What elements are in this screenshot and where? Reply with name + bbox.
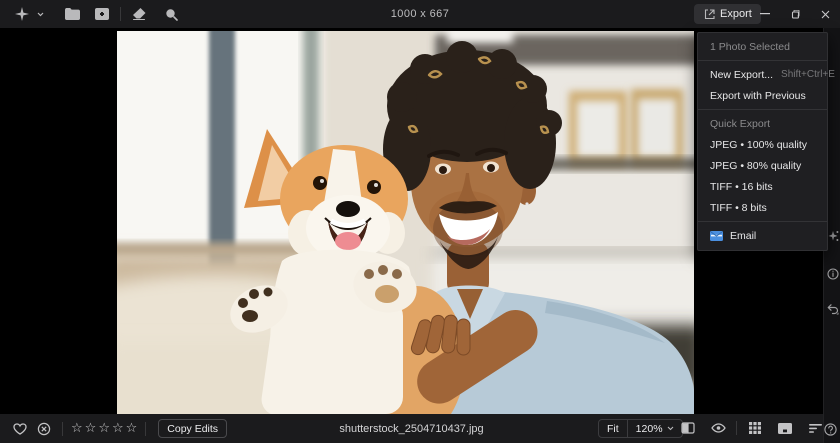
- menu-item-new-export[interactable]: New Export... Shift+Ctrl+E: [698, 64, 835, 85]
- filmstrip-view-icon[interactable]: [773, 416, 797, 440]
- star-rating-icon[interactable]: ☆: [85, 422, 97, 435]
- shortcut-label: Shift+Ctrl+E: [781, 69, 835, 80]
- menu-item-label: TIFF • 8 bits: [710, 201, 767, 214]
- favorite-heart-icon[interactable]: [8, 417, 32, 441]
- export-button-label: Export: [720, 8, 752, 20]
- zoom-level-label: 120%: [635, 422, 663, 435]
- help-icon[interactable]: [823, 422, 837, 436]
- folder-icon[interactable]: [60, 2, 84, 26]
- reject-icon[interactable]: [32, 417, 56, 441]
- export-icon: [703, 8, 715, 20]
- chevron-down-icon: [667, 426, 673, 431]
- star-rating[interactable]: ☆ ☆ ☆ ☆ ☆: [71, 422, 137, 435]
- bottombar-divider: [736, 421, 737, 435]
- email-icon: [710, 230, 723, 241]
- close-button[interactable]: [810, 0, 840, 28]
- menu-divider: [698, 109, 827, 110]
- erase-icon[interactable]: [127, 2, 151, 26]
- ai-enhance-icon[interactable]: [10, 2, 34, 26]
- info-icon[interactable]: [825, 266, 840, 281]
- menu-item-jpeg-100[interactable]: JPEG • 100% quality: [698, 134, 827, 155]
- menu-item-label: JPEG • 100% quality: [710, 138, 808, 151]
- zoom-level-dropdown[interactable]: 120%: [628, 420, 682, 437]
- window-controls: [750, 0, 840, 28]
- chevron-down-icon[interactable]: [34, 2, 46, 26]
- grid-view-icon[interactable]: [743, 416, 767, 440]
- maximize-button[interactable]: [780, 0, 810, 28]
- menu-item-label: Export with Previous: [710, 89, 806, 102]
- menu-item-label: Email: [730, 229, 757, 242]
- undo-history-icon[interactable]: [825, 301, 840, 316]
- menu-item-label: TIFF • 16 bits: [710, 180, 773, 193]
- menu-item-email[interactable]: Email: [698, 225, 827, 246]
- bottom-toolbar: ☆ ☆ ☆ ☆ ☆ Copy Edits shutterstock_250471…: [0, 414, 823, 443]
- export-menu-selected-count: 1 Photo Selected: [710, 41, 790, 53]
- toolbar-divider: [120, 7, 121, 21]
- bottombar-divider: [145, 421, 147, 436]
- add-photos-icon[interactable]: [90, 2, 114, 26]
- copy-edits-button[interactable]: Copy Edits: [158, 419, 228, 438]
- menu-item-tiff-16[interactable]: TIFF • 16 bits: [698, 176, 827, 197]
- photo-editor-window: 1000 x 667 Export 1 Photo Selected New E…: [0, 0, 840, 443]
- star-rating-icon[interactable]: ☆: [112, 422, 124, 435]
- quick-export-header: Quick Export: [710, 118, 771, 130]
- star-rating-icon[interactable]: ☆: [98, 422, 110, 435]
- star-rating-icon[interactable]: ☆: [126, 422, 138, 435]
- fit-button[interactable]: Fit: [599, 420, 627, 437]
- top-toolbar: 1000 x 667 Export: [0, 0, 840, 28]
- photo-illustration: [117, 31, 694, 414]
- menu-divider: [698, 221, 827, 222]
- menu-item-tiff-8[interactable]: TIFF • 8 bits: [698, 197, 827, 218]
- photo[interactable]: [117, 31, 694, 414]
- menu-item-label: New Export...: [710, 68, 774, 81]
- export-menu: 1 Photo Selected New Export... Shift+Ctr…: [697, 32, 835, 251]
- minimize-button[interactable]: [750, 0, 780, 28]
- view-controls: [676, 416, 827, 440]
- bottombar-divider: [62, 421, 63, 436]
- preview-eye-icon[interactable]: [706, 416, 730, 440]
- zoom-tool-icon[interactable]: [159, 2, 183, 26]
- menu-divider: [698, 60, 827, 61]
- fit-button-label: Fit: [607, 422, 619, 435]
- star-rating-icon[interactable]: ☆: [71, 422, 83, 435]
- menu-item-jpeg-80[interactable]: JPEG • 80% quality: [698, 155, 827, 176]
- menu-item-export-with-previous[interactable]: Export with Previous: [698, 85, 827, 106]
- menu-item-label: JPEG • 80% quality: [710, 159, 802, 172]
- before-after-icon[interactable]: [676, 416, 700, 440]
- zoom-controls: Fit 120%: [598, 419, 683, 438]
